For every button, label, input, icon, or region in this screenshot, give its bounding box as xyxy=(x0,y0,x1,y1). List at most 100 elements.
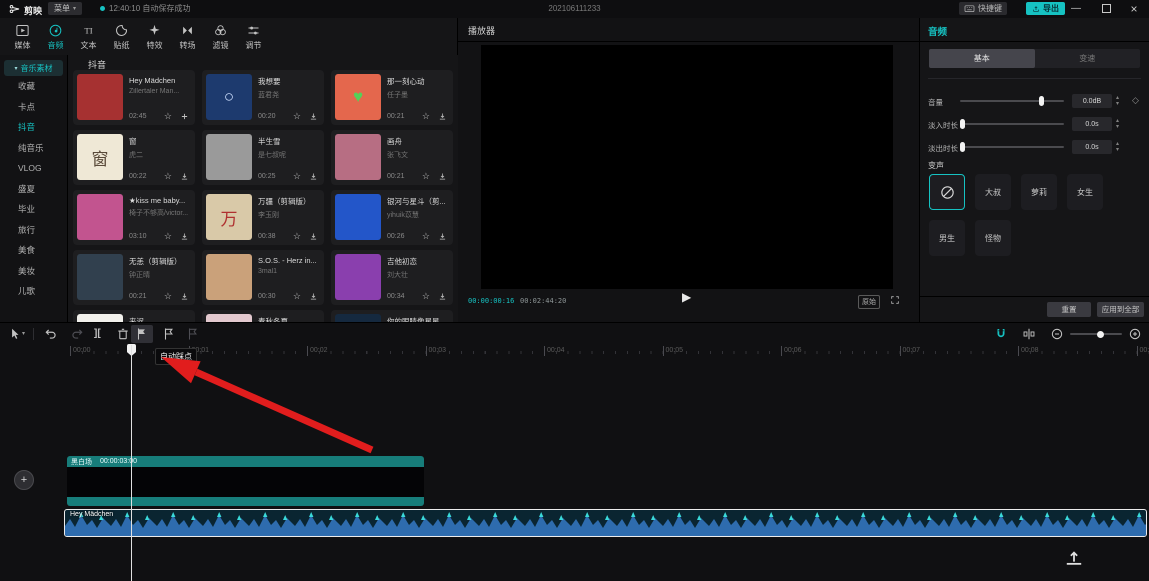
music-card[interactable]: 万 万疆（剪辑版） 李玉刚 00:38 ☆ xyxy=(202,190,324,245)
playhead-line[interactable] xyxy=(131,345,132,581)
voice-男生[interactable]: 男生 xyxy=(929,220,965,256)
sidebar-item-VLOG[interactable]: VLOG xyxy=(0,158,67,179)
sidebar-item-卡点[interactable]: 卡点 xyxy=(0,97,67,118)
tab-basic[interactable]: 基本 xyxy=(929,49,1035,68)
delete-beat-icon[interactable] xyxy=(186,327,200,341)
sidebar-item-儿歌[interactable]: 儿歌 xyxy=(0,281,67,302)
reset-button[interactable]: 重置 xyxy=(1047,302,1091,317)
favorite-star-icon[interactable]: ☆ xyxy=(164,292,172,301)
favorite-star-icon[interactable]: ☆ xyxy=(293,112,301,121)
play-button[interactable]: ▶ xyxy=(682,291,691,303)
voice-女生[interactable]: 女生 xyxy=(1067,174,1103,210)
fade-in-value[interactable]: 0.0s xyxy=(1072,117,1112,131)
favorite-star-icon[interactable]: ☆ xyxy=(164,232,172,241)
music-card[interactable]: S.O.S. - Herz in... 3mal1 00:30 ☆ xyxy=(202,250,324,305)
music-card[interactable]: 你的眼睛像星星 ☆ xyxy=(331,310,453,322)
music-card[interactable]: ★kiss me baby... 椅子不够高/victor... 03:10 ☆ xyxy=(73,190,195,245)
favorite-star-icon[interactable]: ☆ xyxy=(164,172,172,181)
delete-icon[interactable] xyxy=(116,327,130,341)
music-card[interactable]: 银河与星斗（剪... yihuik苡慧 00:26 ☆ xyxy=(331,190,453,245)
redo-icon[interactable] xyxy=(70,327,84,341)
topnav-filter[interactable]: 滤镜 xyxy=(204,18,237,55)
minimize-button[interactable]: — xyxy=(1066,0,1086,18)
volume-slider[interactable] xyxy=(960,100,1064,102)
fade-out-value[interactable]: 0.0s xyxy=(1072,140,1112,154)
download-icon[interactable] xyxy=(309,232,318,241)
favorite-star-icon[interactable]: ☆ xyxy=(293,292,301,301)
fullscreen-icon[interactable] xyxy=(890,295,900,305)
download-icon[interactable] xyxy=(309,172,318,181)
favorite-star-icon[interactable]: ☆ xyxy=(422,292,430,301)
download-icon[interactable] xyxy=(180,172,189,181)
voice-萝莉[interactable]: 萝莉 xyxy=(1021,174,1057,210)
topnav-sticker[interactable]: 贴纸 xyxy=(105,18,138,55)
topnav-media[interactable]: 媒体 xyxy=(6,18,39,55)
zoom-in-icon[interactable] xyxy=(1128,327,1142,341)
music-card[interactable]: 春秋冬夏 ☆ xyxy=(202,310,324,322)
music-card[interactable]: 无恙（剪辑版） 钟正晴 00:21 ☆ xyxy=(73,250,195,305)
menu-button[interactable]: 菜单 ▾ xyxy=(48,2,82,15)
music-card[interactable]: 画舟 张飞文 00:21 ☆ xyxy=(331,130,453,185)
volume-stepper[interactable]: ▴▾ xyxy=(1116,95,1119,107)
apply-to-all-button[interactable]: 应用到全部 xyxy=(1097,302,1144,317)
favorite-star-icon[interactable]: ☆ xyxy=(293,232,301,241)
favorite-star-icon[interactable]: ☆ xyxy=(164,112,172,121)
maximize-button[interactable] xyxy=(1096,0,1116,18)
preview-axis-icon[interactable] xyxy=(1022,327,1036,341)
sidebar-item-盛夏[interactable]: 盛夏 xyxy=(0,179,67,200)
add-media-button[interactable]: + xyxy=(14,470,34,490)
music-card[interactable]: 半生雪 是七叔呢 00:25 ☆ xyxy=(202,130,324,185)
fade-out-stepper[interactable]: ▴▾ xyxy=(1116,141,1119,153)
sidebar-item-收藏[interactable]: 收藏 xyxy=(0,76,67,97)
download-icon[interactable] xyxy=(438,172,447,181)
export-button[interactable]: 导出 xyxy=(1026,2,1065,15)
music-card[interactable]: Hey Mädchen Zillertaler Man... 02:45 ☆ xyxy=(73,70,195,125)
download-icon[interactable] xyxy=(180,232,189,241)
sidebar-item-美妆[interactable]: 美妆 xyxy=(0,261,67,282)
favorite-star-icon[interactable]: ☆ xyxy=(422,232,430,241)
snap-magnet-icon[interactable] xyxy=(994,327,1008,341)
download-icon[interactable] xyxy=(309,292,318,301)
audio-track-clip[interactable]: Hey Mädchen xyxy=(64,509,1147,537)
video-preview[interactable] xyxy=(481,45,893,289)
undo-icon[interactable] xyxy=(44,327,58,341)
upload-icon[interactable] xyxy=(1062,549,1086,567)
favorite-star-icon[interactable]: ☆ xyxy=(422,172,430,181)
fade-out-slider[interactable] xyxy=(960,146,1064,148)
music-card[interactable]: 吉他初恋 刘大壮 00:34 ☆ xyxy=(331,250,453,305)
topnav-audio[interactable]: 音频 xyxy=(39,18,72,55)
manual-beat-icon[interactable] xyxy=(162,327,176,341)
select-tool-icon[interactable] xyxy=(8,327,22,341)
download-icon[interactable] xyxy=(438,232,447,241)
topnav-transition[interactable]: 转场 xyxy=(171,18,204,55)
topnav-effects[interactable]: 特效 xyxy=(138,18,171,55)
video-track-clip[interactable]: 黑白场 00:00:03:00 xyxy=(67,456,424,506)
download-icon[interactable] xyxy=(180,292,189,301)
voice-none[interactable] xyxy=(929,174,965,210)
keyframe-diamond-icon[interactable]: ◇ xyxy=(1132,96,1139,105)
topnav-text[interactable]: TI 文本 xyxy=(72,18,105,55)
music-card[interactable]: 来迟 ☆ xyxy=(73,310,195,322)
download-icon[interactable] xyxy=(438,112,447,121)
add-icon[interactable] xyxy=(180,112,189,121)
close-button[interactable]: × xyxy=(1124,0,1144,18)
slider-thumb[interactable] xyxy=(960,119,965,129)
music-card[interactable]: ♥ 那一刻心动 任子墨 00:21 ☆ xyxy=(331,70,453,125)
voice-大叔[interactable]: 大叔 xyxy=(975,174,1011,210)
zoom-slider-thumb[interactable] xyxy=(1097,331,1104,338)
ratio-dropdown[interactable]: 原始 xyxy=(858,295,880,309)
volume-value[interactable]: 0.0dB xyxy=(1072,94,1112,108)
topnav-adjust[interactable]: 调节 xyxy=(237,18,270,55)
sidebar-item-旅行[interactable]: 旅行 xyxy=(0,220,67,241)
zoom-out-icon[interactable] xyxy=(1050,327,1064,341)
music-card[interactable]: 窗 窗 虎二 00:22 ☆ xyxy=(73,130,195,185)
tool-dropdown-caret-icon[interactable]: ▾ xyxy=(22,330,25,337)
fade-in-slider[interactable] xyxy=(960,123,1064,125)
split-icon[interactable]: ][ xyxy=(94,327,101,341)
sidebar-item-抖音[interactable]: 抖音 xyxy=(0,117,67,138)
download-icon[interactable] xyxy=(438,292,447,301)
tab-speed[interactable]: 变速 xyxy=(1035,49,1141,68)
sidebar-item-毕业[interactable]: 毕业 xyxy=(0,199,67,220)
slider-thumb[interactable] xyxy=(1039,96,1044,106)
favorite-star-icon[interactable]: ☆ xyxy=(293,172,301,181)
